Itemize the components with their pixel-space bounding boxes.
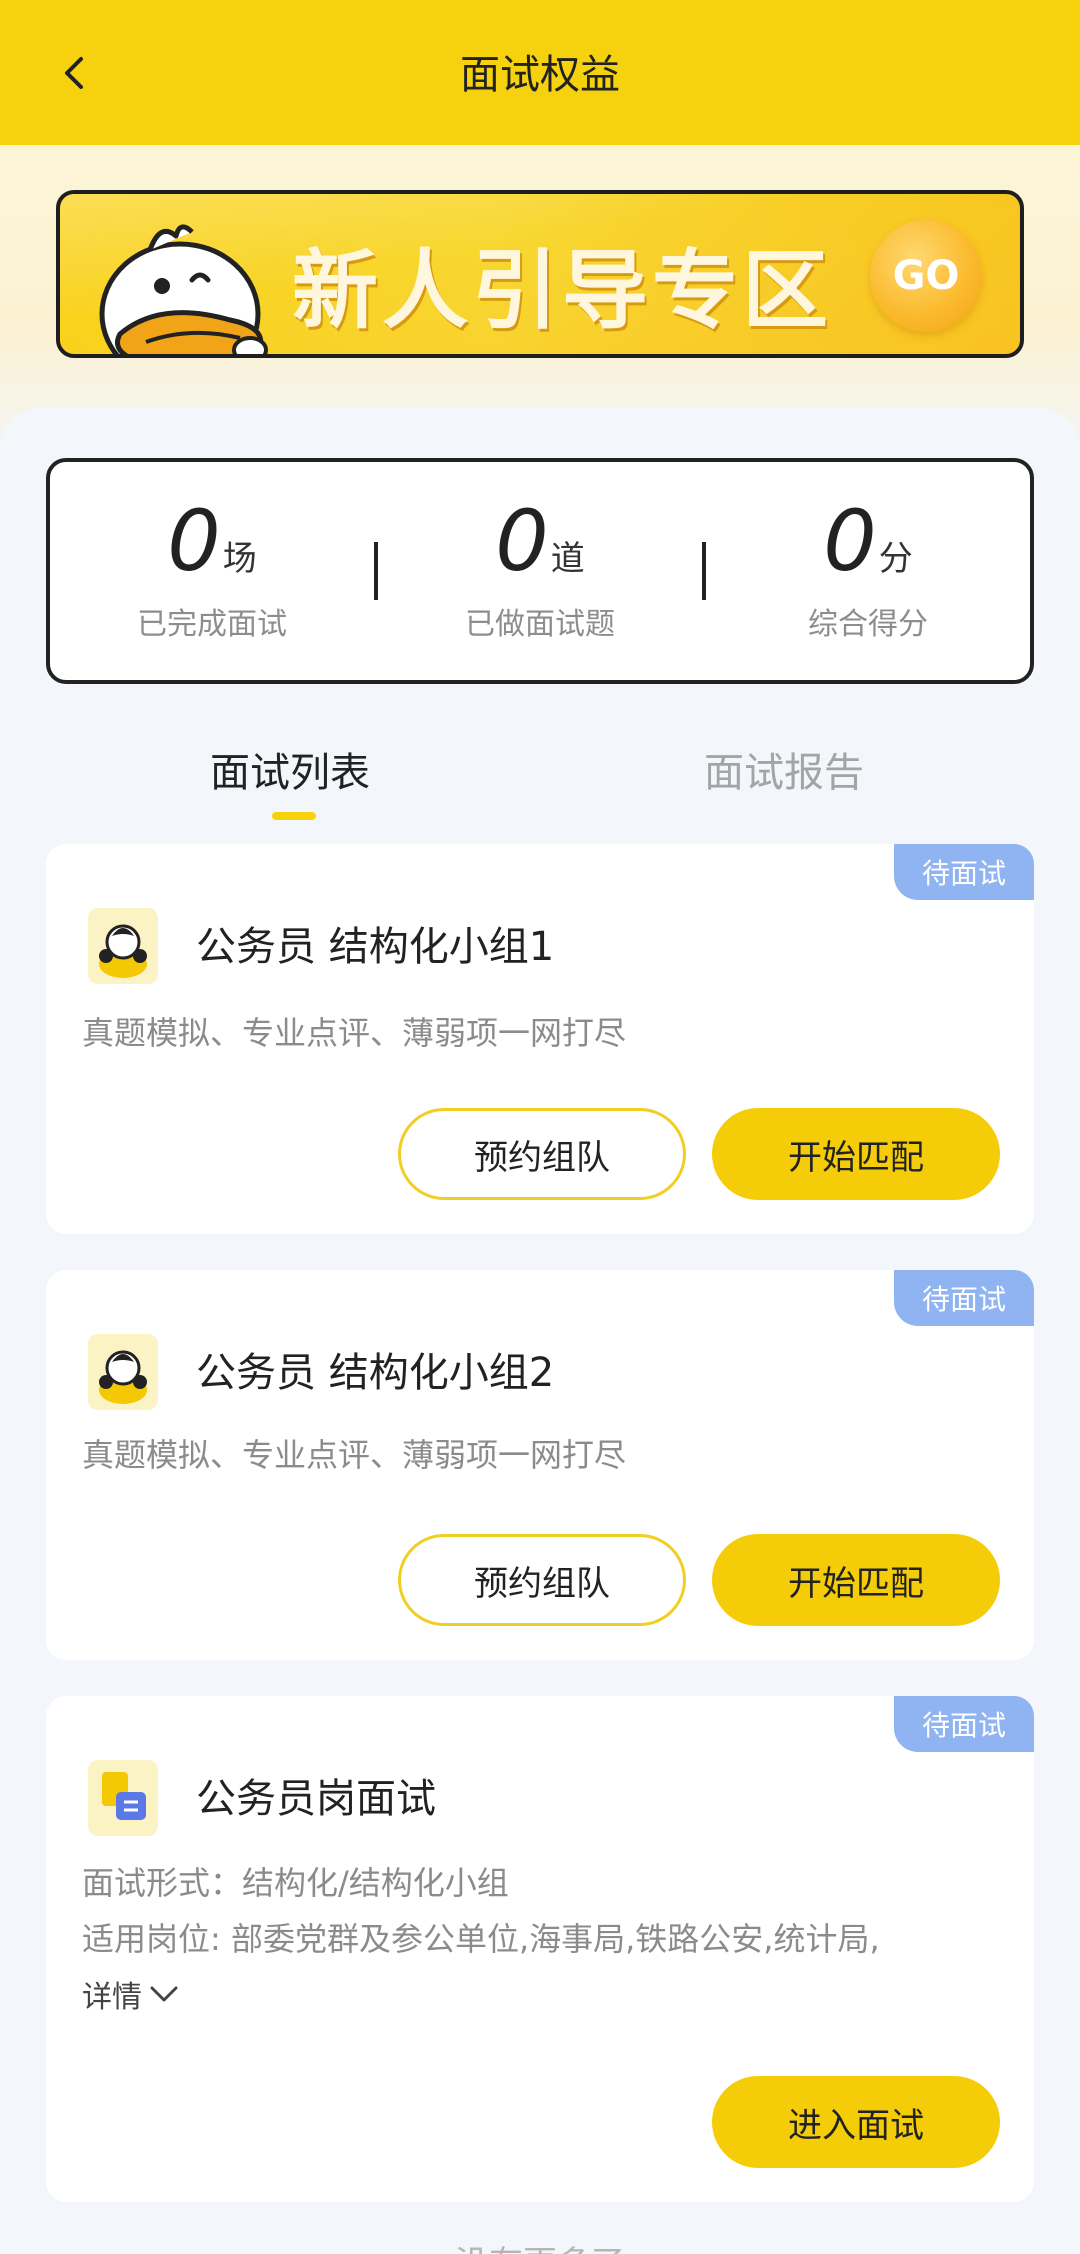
- reserve-team-button[interactable]: 预约组队: [398, 1534, 686, 1626]
- interview-card-group-1: 待面试 公务员 结构化小组1 真题模拟、专业点评、薄弱项一网打尽 预约组队 开始…: [46, 844, 1034, 1234]
- document-interview-icon: [88, 1760, 158, 1836]
- stat-value: 0: [823, 492, 877, 590]
- card-title: 公务员 结构化小组1: [196, 924, 555, 970]
- start-matching-button[interactable]: 开始匹配: [712, 1108, 1000, 1200]
- stat-unit: 场: [222, 539, 257, 579]
- details-toggle[interactable]: 详情: [82, 1972, 180, 2016]
- stat-completed-interviews: 0 场 已完成面试: [50, 499, 374, 643]
- stat-label: 已完成面试: [137, 607, 287, 642]
- stat-label: 综合得分: [808, 607, 928, 642]
- stats-panel: 0 场 已完成面试 0 道 已做面试题 0 分 综合得分: [46, 458, 1034, 684]
- interview-card-civil-servant: 待面试 公务员岗面试 面试形式：结构化/结构化小组 适用岗位: 部委党群及参公单…: [46, 1696, 1034, 2202]
- status-badge: 待面试: [894, 1270, 1034, 1326]
- end-of-list-text: 没有更多了: [0, 2236, 1080, 2254]
- banner-title: 新人引导专区: [292, 241, 832, 341]
- card-title: 公务员 结构化小组2: [196, 1350, 555, 1396]
- tab-interview-report[interactable]: 面试报告: [704, 740, 864, 798]
- status-badge: 待面试: [894, 844, 1034, 900]
- tab-interview-list[interactable]: 面试列表: [210, 740, 370, 798]
- stat-value: 0: [495, 492, 549, 590]
- group-interview-icon: [88, 908, 158, 984]
- stat-overall-score: 0 分 综合得分: [706, 499, 1030, 643]
- interview-format: 面试形式：结构化/结构化小组: [82, 1864, 509, 1902]
- group-interview-icon: [88, 1334, 158, 1410]
- stat-questions-done: 0 道 已做面试题: [378, 499, 702, 643]
- interview-card-group-2: 待面试 公务员 结构化小组2 真题模拟、专业点评、薄弱项一网打尽 预约组队 开始…: [46, 1270, 1034, 1660]
- tab-bar: 面试列表 面试报告: [0, 740, 1080, 820]
- tab-active-indicator: [272, 812, 316, 820]
- enter-interview-button[interactable]: 进入面试: [712, 2076, 1000, 2168]
- page-title: 面试权益: [460, 52, 620, 98]
- applicable-posts: 适用岗位: 部委党群及参公单位,海事局,铁路公安,统计局,: [82, 1920, 880, 1958]
- chevron-down-icon: [150, 1986, 178, 2002]
- stat-unit: 道: [550, 539, 585, 579]
- card-title: 公务员岗面试: [196, 1776, 436, 1822]
- card-description: 真题模拟、专业点评、薄弱项一网打尽: [82, 1014, 627, 1052]
- reserve-team-button[interactable]: 预约组队: [398, 1108, 686, 1200]
- start-matching-button[interactable]: 开始匹配: [712, 1534, 1000, 1626]
- top-bar: 面试权益: [0, 0, 1080, 145]
- stat-value: 0: [167, 492, 221, 590]
- status-badge: 待面试: [894, 1696, 1034, 1752]
- details-label: 详情: [82, 1980, 142, 2015]
- go-button[interactable]: GO: [870, 220, 982, 332]
- newcomer-guide-banner[interactable]: 新人引导专区 GO: [56, 190, 1024, 358]
- card-description: 真题模拟、专业点评、薄弱项一网打尽: [82, 1436, 627, 1474]
- stat-label: 已做面试题: [465, 607, 615, 642]
- stat-unit: 分: [878, 539, 913, 579]
